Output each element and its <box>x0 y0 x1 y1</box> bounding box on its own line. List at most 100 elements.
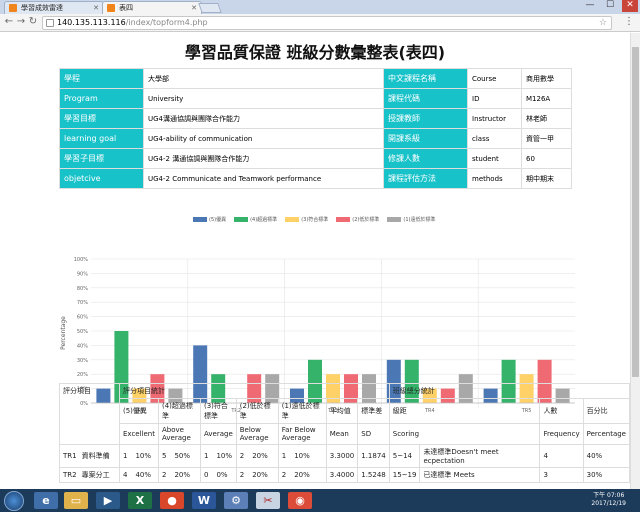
col-sd-en: SD <box>357 423 390 445</box>
browser-toolbar: ← → ↻ 140.135.113.116/index/topform4.php… <box>0 14 640 32</box>
y-tick-label: 80% <box>77 286 88 292</box>
legend-swatch <box>387 217 402 222</box>
row-name: 資料準備 <box>81 452 110 460</box>
count-percent: 20% <box>174 471 191 479</box>
tab-title: 學習成效雷達 <box>21 4 63 12</box>
legend-swatch <box>234 217 249 222</box>
col-far-below-en: Far Below Average <box>277 423 327 445</box>
tab-form4[interactable]: 表四 ✕ <box>102 1 202 14</box>
info-row: Program University 課程代碼 ID M126A <box>59 88 572 109</box>
info-k2: Course <box>467 68 522 89</box>
legend-swatch <box>193 217 207 222</box>
info-l1: Program <box>59 88 144 109</box>
scrollbar-thumb[interactable] <box>632 47 639 377</box>
count-cell: 1 10% <box>277 444 327 468</box>
control-panel-icon[interactable]: ⚙ <box>224 492 248 509</box>
row-item: TR2 專案分工 <box>59 467 120 483</box>
info-v2: 資管一甲 <box>521 128 572 149</box>
count-percent: 50% <box>174 452 191 460</box>
cell-range: 5~14 <box>388 444 421 468</box>
table-row: TR1 資料準備 1 10% 5 50% 1 10% 2 20% 1 10% 3.3000 1.1874 5… <box>59 444 630 468</box>
header-stats: 評分項目統計 <box>119 383 390 399</box>
info-l1: objetcive <box>59 168 144 189</box>
col-mean: 平均值 <box>325 398 359 424</box>
media-player-icon[interactable]: ▶ <box>96 492 120 509</box>
count-percent: 20% <box>252 471 268 479</box>
address-bar[interactable]: 140.135.113.116/index/topform4.php ☆ <box>42 16 612 30</box>
col-above: (4)超過標準 <box>158 398 201 424</box>
count-value: 4 <box>123 471 128 479</box>
count-cell: 2 20% <box>158 467 201 483</box>
close-window-button[interactable]: ✕ <box>622 0 638 12</box>
col-excellent-en: Excellent <box>119 423 159 445</box>
info-l1: 學程 <box>59 68 144 89</box>
word-icon[interactable]: W <box>192 492 216 509</box>
cell-freq: 4 <box>539 444 584 468</box>
count-percent: 10% <box>135 452 152 460</box>
taskbar-clock[interactable]: 下午 07:06 2017/12/19 <box>591 492 626 508</box>
chrome-icon[interactable]: ◉ <box>288 492 312 509</box>
tab-learning-radar[interactable]: 學習成效雷達 ✕ <box>4 1 104 14</box>
table-row: TR2 專案分工 4 40% 2 20% 0 0% 2 20% 2 20% 3.4000 1.5248 15… <box>59 467 630 483</box>
count-cell: 1 10% <box>200 444 237 468</box>
start-button[interactable] <box>4 491 24 511</box>
count-percent: 10% <box>216 452 233 460</box>
col-above-en: Above Average <box>158 423 201 445</box>
col-below: (2)低於標準 <box>235 398 279 424</box>
close-tab-icon[interactable]: ✕ <box>191 2 197 14</box>
count-percent: 20% <box>252 452 268 460</box>
count-value: 1 <box>281 452 287 460</box>
count-cell: 2 20% <box>235 467 279 483</box>
row-item: TR1 資料準備 <box>59 444 120 468</box>
page-info-icon[interactable] <box>46 19 54 27</box>
ie-icon[interactable]: e <box>34 492 58 509</box>
page-content: 學習品質保證 班級分數彙整表(表四) 學程 大學部 中文課程名稱 Course 商用數學… <box>0 33 630 489</box>
page-favicon-icon <box>107 4 115 12</box>
close-tab-icon[interactable]: ✕ <box>93 2 99 14</box>
browser-menu-icon[interactable]: ⋮ <box>624 16 634 27</box>
cell-mean: 3.3000 <box>325 444 359 468</box>
file-explorer-icon[interactable]: ▭ <box>64 492 88 509</box>
info-row: objetcive UG4-2 Communicate and Teamwork … <box>59 168 572 189</box>
count-value: 1 <box>123 452 128 460</box>
info-l1: learning goal <box>59 128 144 149</box>
info-l1: 學習子目標 <box>59 148 144 169</box>
col-average-en: Average <box>200 423 237 445</box>
info-v1: UG4-2 Communicate and Teamwork performan… <box>143 168 384 189</box>
info-k2: student <box>467 148 522 169</box>
firefox-icon[interactable]: ● <box>160 492 184 509</box>
info-v2: M126A <box>521 88 572 109</box>
count-percent: 0% <box>216 471 228 479</box>
info-row: 學習目標 UG4溝通協調與團隊合作能力 授課教師 Instructor 林老師 <box>59 108 572 129</box>
cell-range: 15~19 <box>388 467 421 483</box>
cell-freq: 3 <box>539 467 584 483</box>
info-l2: 授課教師 <box>383 108 468 129</box>
url-host: 140.135.113.116 <box>57 18 126 27</box>
snipping-tool-icon[interactable]: ✂ <box>256 492 280 509</box>
col-below-en: Below Average <box>235 423 279 445</box>
y-tick-label: 100% <box>74 257 89 263</box>
row-name: 專案分工 <box>81 471 110 479</box>
page-title: 學習品質保證 班級分數彙整表(表四) <box>184 43 446 62</box>
excel-icon[interactable]: X <box>128 492 152 509</box>
page-scrollbar[interactable] <box>630 33 640 489</box>
maximize-button[interactable]: ☐ <box>602 0 618 12</box>
url-path: /index/topform4.php <box>125 18 208 27</box>
info-row: 學程 大學部 中文課程名稱 Course 商用數學 <box>59 68 572 89</box>
bookmark-star-icon[interactable]: ☆ <box>599 17 607 29</box>
back-arrow-icon[interactable]: ← <box>3 16 15 27</box>
info-row: 學習子目標 UG4-2 溝通協調與團隊合作能力 修課人數 student 60 <box>59 148 572 169</box>
col-average: (3)符合標準 <box>200 398 237 424</box>
reload-icon[interactable]: ↻ <box>27 16 39 27</box>
forward-arrow-icon[interactable]: → <box>15 16 27 27</box>
new-tab-button[interactable] <box>198 3 222 13</box>
course-info-table: 學程 大學部 中文課程名稱 Course 商用數學 Program University 課程… <box>59 68 572 189</box>
info-v1: UG4-ability of communication <box>143 128 384 149</box>
cell-sd: 1.5248 <box>357 467 390 483</box>
row-id: TR1 <box>63 452 77 460</box>
legend-swatch <box>336 217 351 222</box>
count-percent: 20% <box>294 471 310 479</box>
minimize-button[interactable]: — <box>582 0 598 12</box>
info-v1: UG4-2 溝通協調與團隊合作能力 <box>143 148 384 169</box>
info-v1: University <box>143 88 384 109</box>
